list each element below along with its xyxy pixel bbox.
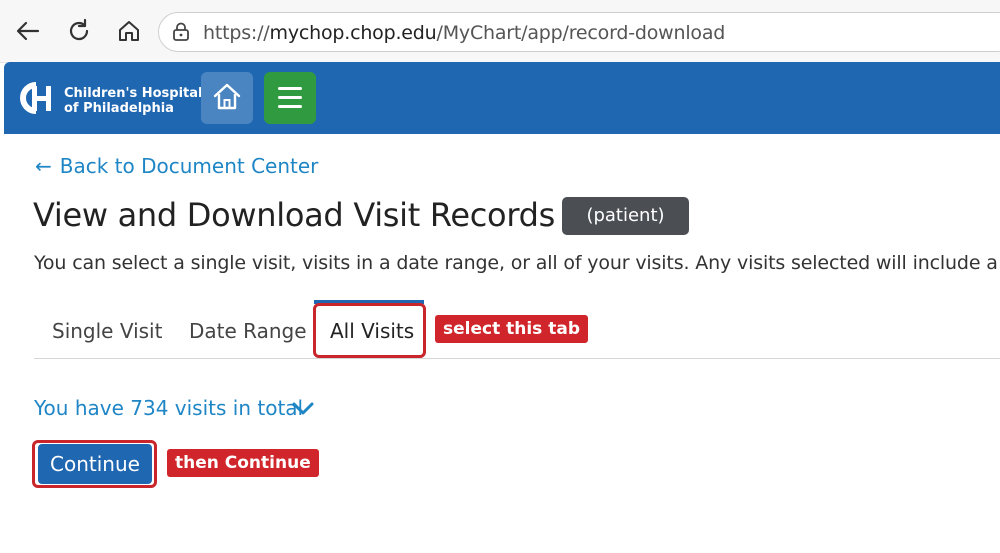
home-icon: [213, 83, 241, 110]
page-title: View and Download Visit Records (: [33, 196, 578, 234]
tab-single-visit[interactable]: Single Visit: [52, 319, 162, 343]
page-description: You can select a single visit, visits in…: [34, 252, 1000, 274]
browser-toolbar: https://mychop.chop.edu/MyChart/app/reco…: [0, 0, 1000, 63]
tab-date-range[interactable]: Date Range: [189, 319, 307, 343]
back-arrow-icon[interactable]: [14, 17, 42, 45]
chevron-down-icon[interactable]: [290, 398, 316, 420]
app-header: Children's Hospital of Philadelphia: [4, 62, 1000, 134]
select-tab-callout: select this tab: [435, 315, 588, 343]
url-path: /MyChart/app/record-download: [436, 22, 726, 44]
url-host: mychop.chop.edu: [269, 22, 437, 44]
site-info-icon[interactable]: [171, 22, 191, 42]
chop-logo[interactable]: Children's Hospital of Philadelphia: [16, 78, 206, 118]
then-continue-callout: then Continue: [167, 449, 319, 477]
url-scheme: https://: [203, 22, 270, 44]
home-icon[interactable]: [115, 17, 143, 45]
all-visits-tab-highlight: [313, 303, 426, 358]
logo-text-line1: Children's Hospital: [64, 86, 203, 101]
back-arrow-icon: ←: [35, 154, 52, 178]
menu-button[interactable]: [264, 72, 316, 124]
continue-button-highlight: [32, 440, 157, 488]
back-to-document-center-link[interactable]: ← Back to Document Center: [35, 154, 318, 178]
visits-total-toggle[interactable]: You have 734 visits in total: [34, 396, 303, 420]
address-bar[interactable]: https://mychop.chop.edu/MyChart/app/reco…: [158, 12, 1000, 52]
chop-logo-icon: [20, 82, 51, 114]
logo-text-line2: of Philadelphia: [64, 101, 174, 116]
patient-name-tag: (patient): [562, 197, 689, 235]
home-button[interactable]: [201, 72, 253, 124]
reload-icon[interactable]: [65, 17, 93, 45]
url-text: https://mychop.chop.edu/MyChart/app/reco…: [203, 22, 725, 44]
back-link-label: Back to Document Center: [59, 154, 319, 178]
